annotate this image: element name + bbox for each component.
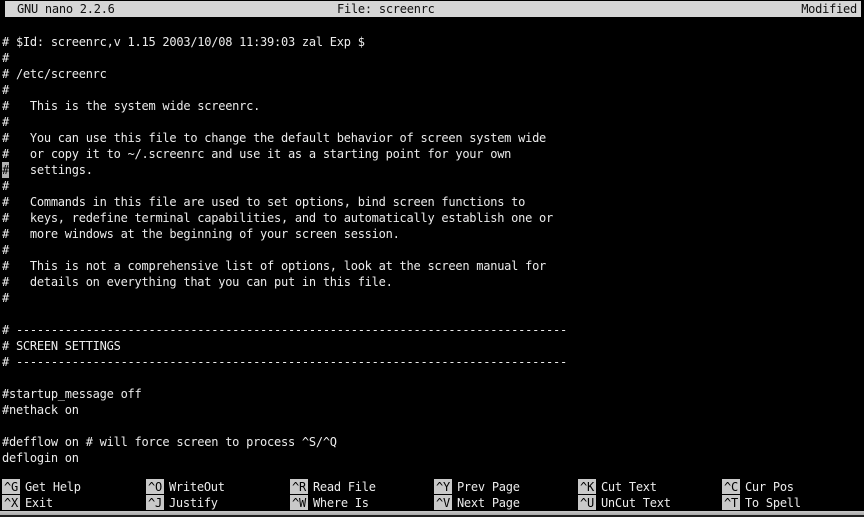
shortcut-label: Cur Pos [745,480,794,494]
nano-titlebar: GNU nano 2.2.6 File: screenrc Modified [5,1,861,17]
editor-line: # details on everything that you can put… [2,274,864,290]
editor-line: deflogin on [2,450,864,466]
shortcut-where-is: ^W Where Is [290,495,434,511]
shortcut-row: ^G Get Help ^O WriteOut ^R Read File ^Y Prev Pa… [2,479,864,495]
editor-line: # Commands in this file are used to set … [2,194,864,210]
shortcut-cur-pos: ^C Cur Pos [722,479,864,495]
editor-line: # or copy it to ~/.screenrc and use it a… [2,146,864,162]
shortcut-label: UnCut Text [601,496,671,510]
shortcut-prev-page: ^Y Prev Page [434,479,578,495]
shortcut-key-badge: ^G [2,479,20,494]
editor-line: # [2,114,864,130]
editor-line: # This is not a comprehensive list of op… [2,258,864,274]
shortcut-label: WriteOut [169,480,225,494]
editor-line: #startup_message off [2,386,864,402]
terminal-window[interactable]: GNU nano 2.2.6 File: screenrc Modified #… [0,0,864,517]
editor-line: # [2,242,864,258]
shortcut-label: Justify [169,496,218,510]
cursor-block: # [2,162,9,178]
editor-line [2,370,864,386]
editor-line: # SCREEN SETTINGS [2,338,864,354]
shortcut-label: Next Page [457,496,520,510]
shortcut-bar: ^G Get Help ^O WriteOut ^R Read File ^Y Prev Pa… [2,479,864,511]
editor-line: # --------------------------------------… [2,354,864,370]
shortcut-key-badge: ^W [290,495,308,510]
shortcut-key-badge: ^Y [434,479,452,494]
editor-line: # --------------------------------------… [2,322,864,338]
editor-line: # [2,178,864,194]
editor-line: # This is the system wide screenrc. [2,98,864,114]
shortcut-key-badge: ^R [290,479,308,494]
file-name-label: File: screenrc [337,1,435,17]
editor-line: # $Id: screenrc,v 1.15 2003/10/08 11:39:… [2,34,864,50]
editor-line: # [2,290,864,306]
shortcut-key-badge: ^V [434,495,452,510]
shortcut-next-page: ^V Next Page [434,495,578,511]
shortcut-key-badge: ^O [146,479,164,494]
editor-line: # You can use this file to change the de… [2,130,864,146]
editor-line: # more windows at the beginning of your … [2,226,864,242]
shortcut-key-badge: ^X [2,495,20,510]
editor-line: #nethack on [2,402,864,418]
shortcut-cut-text: ^K Cut Text [578,479,722,495]
editor-line: # /etc/screenrc [2,66,864,82]
editor-line: # settings. [2,162,864,178]
shortcut-get-help: ^G Get Help [2,479,146,495]
shortcut-label: Get Help [25,480,81,494]
editor-line [2,306,864,322]
shortcut-label: Where Is [313,496,369,510]
shortcut-key-badge: ^J [146,495,164,510]
shortcut-label: Exit [25,496,53,510]
shortcut-to-spell: ^T To Spell [722,495,864,511]
shortcut-justify: ^J Justify [146,495,290,511]
shortcut-key-badge: ^K [578,479,596,494]
shortcut-exit: ^X Exit [2,495,146,511]
background-window-edge [0,511,864,517]
shortcut-label: Prev Page [457,480,520,494]
shortcut-writeout: ^O WriteOut [146,479,290,495]
editor-content[interactable]: # $Id: screenrc,v 1.15 2003/10/08 11:39:… [2,18,864,466]
app-version-label: GNU nano 2.2.6 [17,1,115,17]
editor-line [2,418,864,434]
shortcut-read-file: ^R Read File [290,479,434,495]
shortcut-row: ^X Exit ^J Justify ^W Where Is ^V Next Page ^U Un… [2,495,864,511]
shortcut-uncut-text: ^U UnCut Text [578,495,722,511]
modified-flag: Modified [801,1,857,17]
editor-line: # keys, redefine terminal capabilities, … [2,210,864,226]
editor-line: #defflow on # will force screen to proce… [2,434,864,450]
shortcut-key-badge: ^T [722,495,740,510]
shortcut-key-badge: ^U [578,495,596,510]
shortcut-label: To Spell [745,496,801,510]
editor-line: # [2,50,864,66]
shortcut-label: Cut Text [601,480,657,494]
shortcut-key-badge: ^C [722,479,740,494]
editor-line: # [2,82,864,98]
shortcut-label: Read File [313,480,376,494]
